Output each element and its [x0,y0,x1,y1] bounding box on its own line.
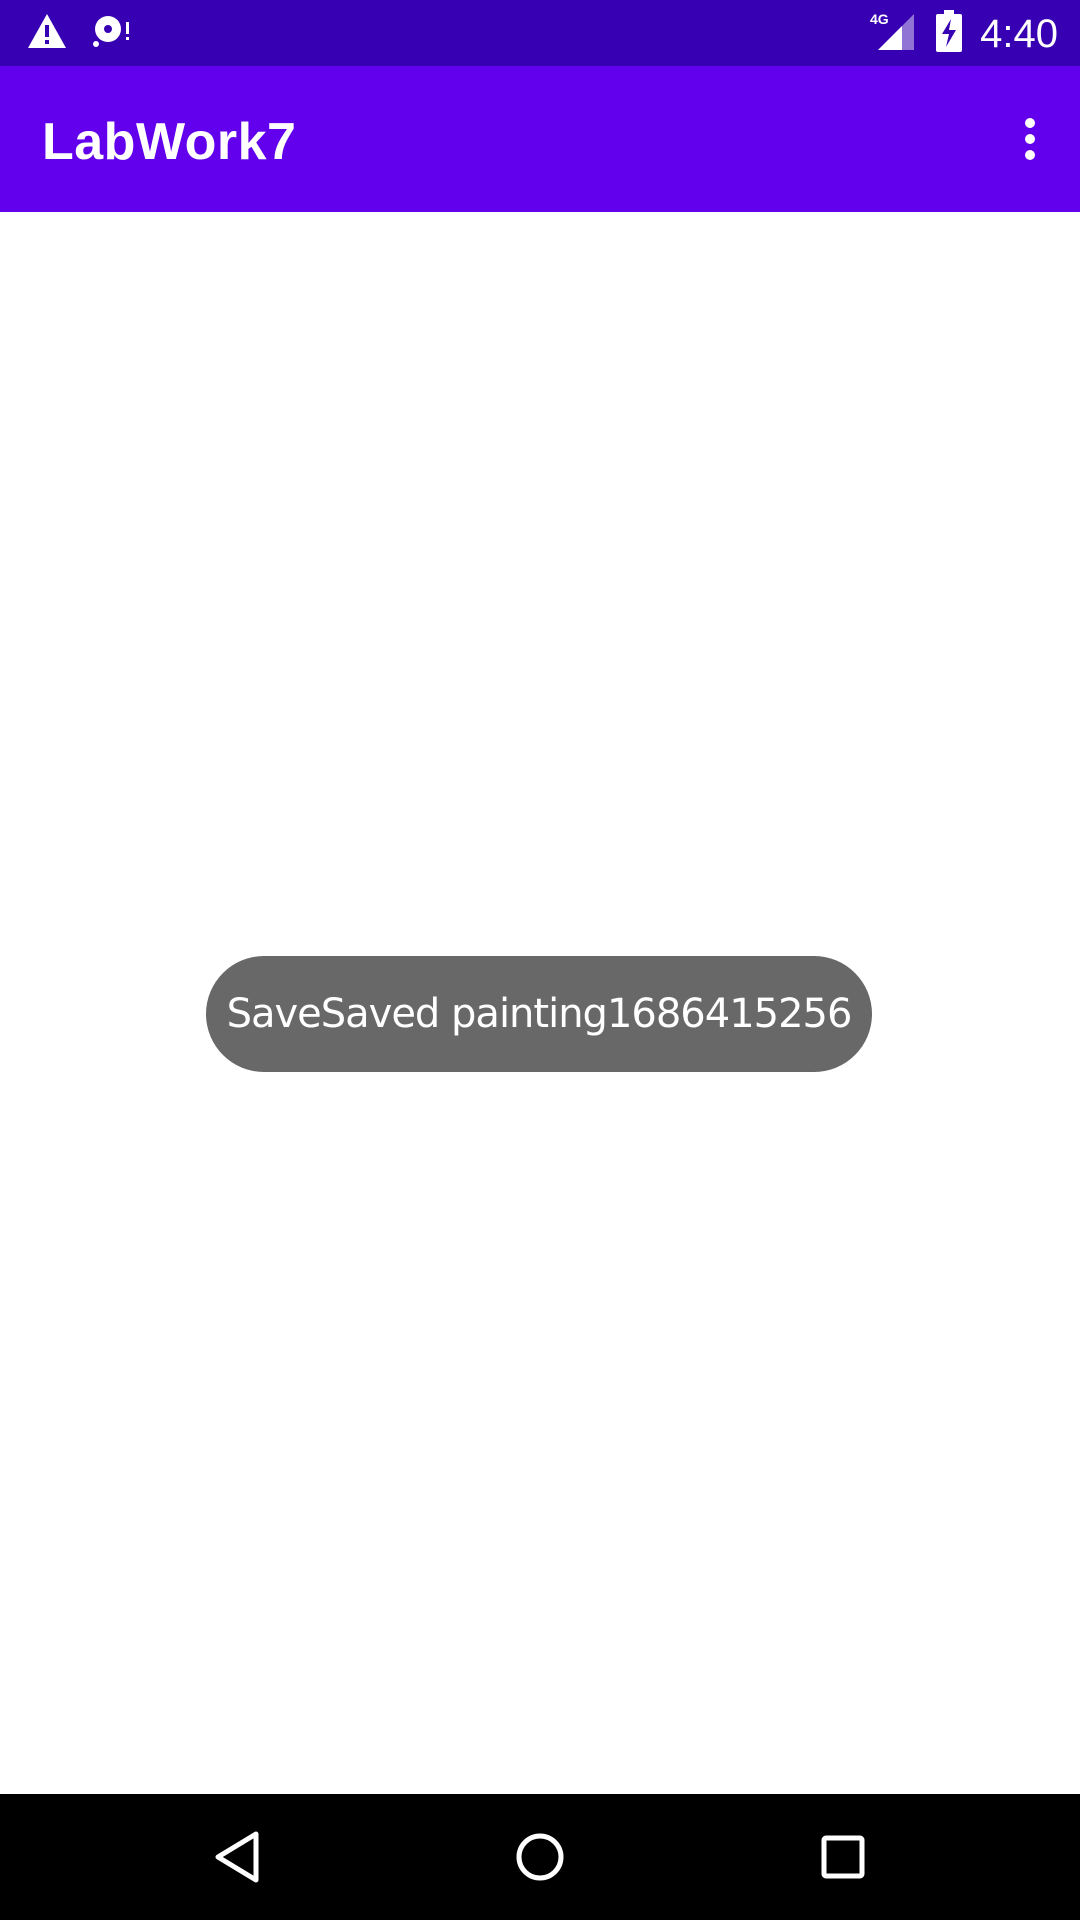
overflow-menu-button[interactable] [1000,106,1060,176]
network-type-label: 4G [870,11,889,27]
status-bar: 4G 4:40 [0,0,1080,66]
recents-icon [820,1834,866,1885]
sd-card-alert-icon [92,12,132,55]
signal-icon: 4G [870,10,918,57]
home-button[interactable] [505,1824,575,1894]
home-icon [515,1832,565,1887]
navigation-bar [0,1794,1080,1920]
status-time: 4:40 [980,11,1058,56]
back-button[interactable] [202,1824,272,1894]
app-title: LabWork7 [42,113,297,171]
status-right: 4G 4:40 [870,10,1058,57]
status-left [26,12,132,55]
back-icon [212,1830,262,1889]
toast-message: SaveSaved painting1686415256 [226,991,853,1037]
app-bar: LabWork7 [0,66,1080,212]
more-vert-icon [1023,117,1037,166]
toast: SaveSaved painting1686415256 [206,956,872,1072]
warning-icon [26,12,68,55]
battery-charging-icon [936,10,963,57]
recents-button[interactable] [808,1824,878,1894]
